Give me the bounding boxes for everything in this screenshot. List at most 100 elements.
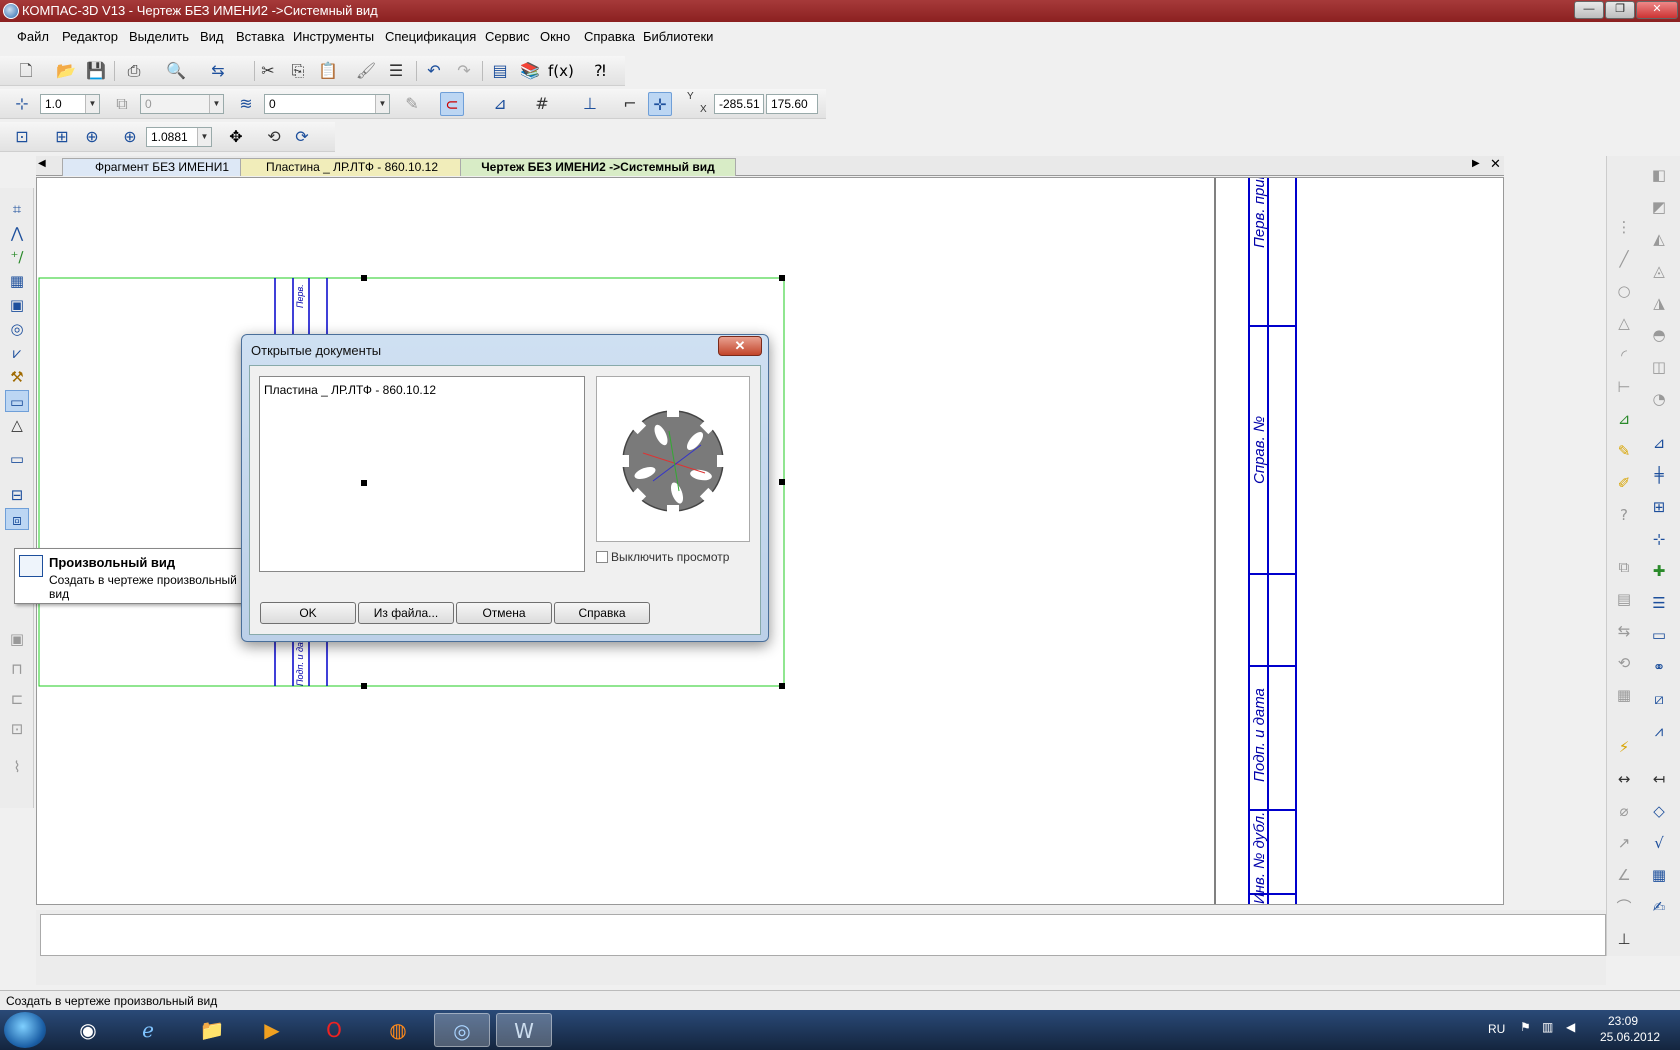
extrude-icon[interactable]: ◩	[1647, 196, 1671, 218]
cursor-step-icon[interactable]: ⊹	[10, 92, 34, 116]
language-indicator[interactable]: RU	[1488, 1022, 1505, 1036]
grid-icon[interactable]: ⊹	[1647, 528, 1671, 550]
params-icon[interactable]: ▣	[5, 294, 29, 316]
slant-icon[interactable]: ⧄	[1647, 688, 1671, 710]
tab-drawing[interactable]: Чертеж БЕЗ ИМЕНИ2 ->Системный вид	[460, 158, 736, 176]
clock-date[interactable]: 25.06.2012	[1600, 1030, 1660, 1044]
rings-icon[interactable]: ⚭	[1647, 656, 1671, 678]
tab-fragment[interactable]: Фрагмент БЕЗ ИМЕНИ1	[62, 158, 262, 176]
lightning-icon[interactable]: ⚡	[1612, 736, 1636, 758]
dialog-close-button[interactable]: ✕	[718, 336, 762, 356]
firefox-icon[interactable]: ◍	[370, 1013, 426, 1047]
cancel-button[interactable]: Отмена	[456, 602, 552, 624]
format-brush-icon[interactable]: 🖌	[354, 59, 378, 83]
menu-view[interactable]: Вид	[200, 29, 224, 44]
zoom-icon[interactable]: ⊕	[118, 125, 142, 149]
layers-icon[interactable]: ▤	[1612, 588, 1636, 610]
file-explorer-icon[interactable]: 📁	[184, 1013, 240, 1047]
arc-dim-icon[interactable]: ⌒	[1612, 896, 1636, 918]
kompas-taskbar-icon[interactable]: ◎	[434, 1013, 490, 1047]
loft-icon[interactable]: ◬	[1647, 260, 1671, 282]
menu-insert[interactable]: Вставка	[236, 29, 284, 44]
context-help-icon[interactable]: ⁈	[588, 59, 612, 83]
menu-window[interactable]: Окно	[540, 29, 570, 44]
projection-view-icon[interactable]: ▣	[5, 628, 29, 650]
menu-specification[interactable]: Спецификация	[385, 29, 476, 44]
associative-views-icon[interactable]: ▭	[5, 390, 29, 412]
monitor-icon[interactable]: ▭	[1647, 624, 1671, 646]
geometry-icon[interactable]: ⌗	[5, 198, 29, 220]
tab-close-icon[interactable]: ✕	[1490, 156, 1501, 172]
chevron-down-icon[interactable]: ▼	[197, 128, 211, 146]
layer-combo[interactable]: 0 ▼	[140, 94, 224, 114]
hatch-icon[interactable]: ⋮	[1612, 216, 1636, 238]
redo-icon[interactable]: ↷	[452, 59, 476, 83]
parameterization-icon[interactable]: ✎	[400, 92, 424, 116]
arrow-view-icon[interactable]: ⊓	[5, 658, 29, 680]
export-icon[interactable]: ⇆	[206, 59, 230, 83]
zigzag-icon[interactable]: ⩘	[1647, 720, 1671, 742]
tab-scroll-left-icon[interactable]: ◀	[38, 158, 46, 169]
properties-icon[interactable]: ☰	[384, 59, 408, 83]
open-folder-icon[interactable]: 📂	[54, 59, 78, 83]
coord-y-field[interactable]: 175.60	[766, 94, 818, 114]
chevron-down-icon[interactable]: ▼	[209, 95, 223, 113]
diameter-icon[interactable]: ⌀	[1612, 800, 1636, 822]
start-button[interactable]	[4, 1012, 46, 1048]
face-icon[interactable]: ◧	[1647, 164, 1671, 186]
leader-icon[interactable]: ↤	[1647, 768, 1671, 790]
list-item[interactable]: Пластина _ ЛР.ЛТФ - 860.10.12	[264, 383, 436, 397]
circle-icon[interactable]: ○	[1612, 280, 1636, 302]
standard-views-icon[interactable]: ⊟	[5, 484, 29, 506]
pen-alt-icon[interactable]: ✐	[1612, 472, 1636, 494]
dimensions-icon[interactable]: ⋀	[5, 222, 29, 244]
tables-icon[interactable]: ⊞	[1647, 496, 1671, 518]
media-player-icon[interactable]: ▶	[244, 1013, 300, 1047]
help-button[interactable]: Справка	[554, 602, 650, 624]
diamond-icon[interactable]: ◇	[1647, 800, 1671, 822]
pen-icon[interactable]: ✎	[1612, 440, 1636, 462]
zoom-window-icon[interactable]: ⊞	[50, 125, 74, 149]
sign-icon[interactable]: ✍	[1647, 896, 1671, 918]
radius-icon[interactable]: ↗	[1612, 832, 1636, 854]
chevron-down-icon[interactable]: ▼	[85, 95, 99, 113]
snap-points-icon[interactable]: ✛	[648, 92, 672, 116]
linear-dim-icon[interactable]: ↔	[1612, 768, 1636, 790]
tab-scroll-right-icon[interactable]: ▶	[1472, 158, 1480, 169]
paste-icon[interactable]: 📋	[316, 59, 340, 83]
tab-plate[interactable]: Пластина _ ЛР.ЛТФ - 860.10.12	[240, 158, 464, 176]
print-icon[interactable]: ⎙	[122, 59, 146, 83]
move-icon[interactable]: ⇆	[1612, 620, 1636, 642]
layer-icon[interactable]: ⧉	[110, 92, 134, 116]
table-icon[interactable]: ▦	[1647, 864, 1671, 886]
zoom-all-icon[interactable]: ⊡	[10, 125, 34, 149]
snap-magnet-icon[interactable]: ⊂	[440, 92, 464, 116]
close-button[interactable]: ✕	[1636, 1, 1678, 19]
rebuild-icon[interactable]: ⟳	[290, 125, 314, 149]
rotate-icon[interactable]: ⟲	[1612, 652, 1636, 674]
menu-service[interactable]: Сервис	[485, 29, 530, 44]
angle-icon[interactable]: ⊿	[1612, 408, 1636, 430]
menu-help[interactable]: Справка	[584, 29, 635, 44]
help-circle-icon[interactable]: ?	[1612, 504, 1636, 526]
detail-view-icon[interactable]: ⊡	[5, 718, 29, 740]
triangle-icon[interactable]: △	[1612, 312, 1636, 334]
edit-icon[interactable]: ▦	[5, 270, 29, 292]
documents-list[interactable]: Пластина _ ЛР.ЛТФ - 860.10.12	[259, 376, 585, 572]
print-preview-icon[interactable]: 🔍	[164, 59, 188, 83]
internet-explorer-icon[interactable]: ℯ	[120, 1013, 176, 1047]
opera-icon[interactable]: O	[306, 1013, 362, 1047]
network-icon[interactable]: ▥	[1542, 1020, 1553, 1034]
variables-icon[interactable]: f(x)	[548, 59, 574, 83]
break-view-icon[interactable]: ⌇	[5, 756, 29, 778]
view-icon[interactable]: ▭	[5, 448, 29, 470]
copy-icon[interactable]: ⎘	[286, 59, 310, 83]
checkbox-box[interactable]	[596, 551, 608, 563]
selection-icon[interactable]: ⩗	[5, 342, 29, 364]
menu-libraries[interactable]: Библиотеки	[643, 29, 713, 44]
undo-icon[interactable]: ↶	[422, 59, 446, 83]
menu-file[interactable]: Файл	[17, 29, 49, 44]
measure-icon[interactable]: ◎	[5, 318, 29, 340]
chrome-icon[interactable]: ◉	[60, 1013, 116, 1047]
menu-tools[interactable]: Инструменты	[293, 29, 374, 44]
